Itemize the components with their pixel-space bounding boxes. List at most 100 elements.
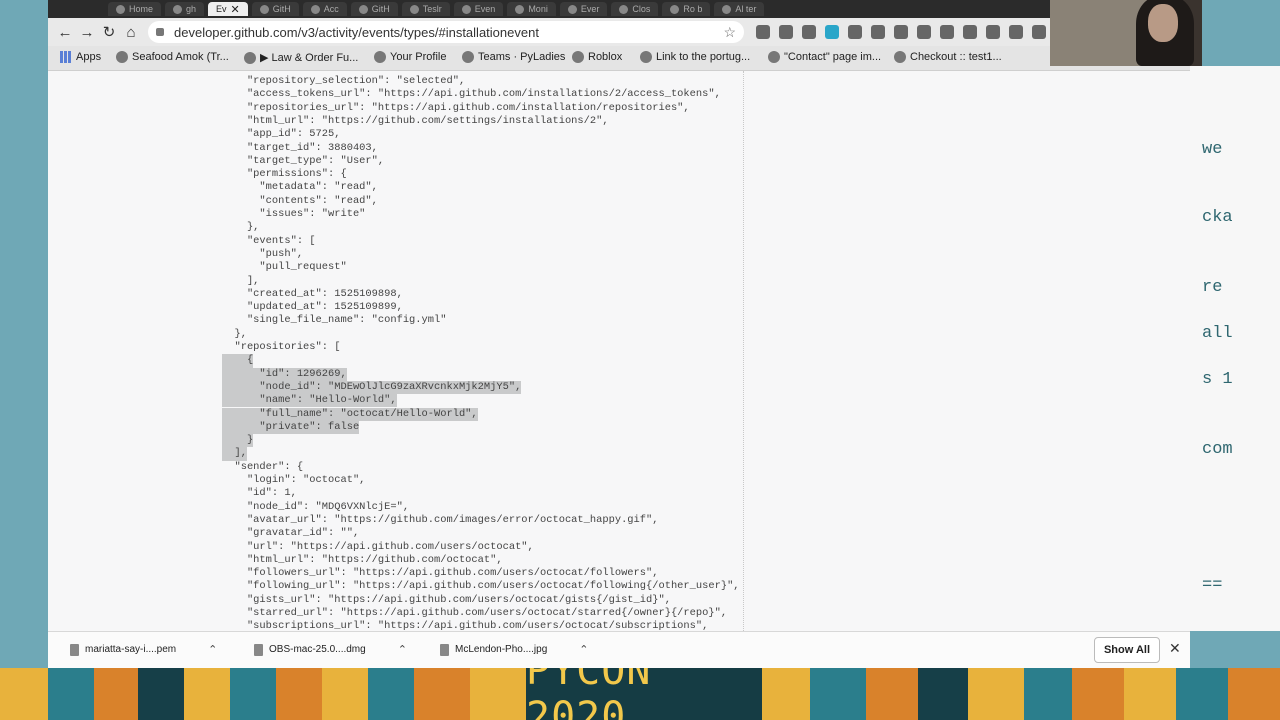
code-line: "html_url": "https://github.com/settings… [222, 114, 609, 127]
site-icon [894, 51, 906, 63]
bookmark-portuguese-link[interactable]: Link to the portug... [640, 51, 750, 63]
site-icon [374, 51, 386, 63]
site-icon [116, 51, 128, 63]
banner-tile [918, 668, 968, 720]
bookmark-teams-pyladies[interactable]: Teams · PyLadies [462, 51, 565, 63]
code-line: "html_url": "https://github.com/octocat"… [222, 553, 503, 566]
pycon-2020-logo: PYCON 2020 [526, 668, 762, 720]
tab-github-2[interactable]: GitH [350, 2, 398, 16]
bookmark-your-profile[interactable]: Your Profile [374, 51, 446, 63]
close-tab-icon[interactable]: ✕ [231, 3, 240, 16]
banner-tile [276, 668, 322, 720]
tab-ever[interactable]: Ever [559, 2, 608, 16]
tab-events-active[interactable]: Ev ✕ [208, 2, 248, 16]
download-item[interactable]: OBS-mac-25.0....dmg ⌃ [254, 643, 407, 656]
tab-gh[interactable]: gh [165, 2, 205, 16]
slide-fragment: re [1202, 278, 1223, 297]
github-icon [259, 4, 269, 14]
close-icon[interactable]: ✕ [1169, 640, 1181, 657]
browser-toolbar: ← → ↻ ⌂ developer.github.com/v3/activity… [48, 18, 1190, 46]
download-item[interactable]: McLendon-Pho....jpg ⌃ [440, 643, 589, 656]
banner-tile [368, 668, 414, 720]
code-line: "sender": { [222, 460, 304, 473]
bookmark-checkout[interactable]: Checkout :: test1... [894, 51, 1002, 63]
github-icon [515, 4, 525, 14]
webcam-person-face [1148, 4, 1178, 42]
extension-icon[interactable] [848, 25, 862, 39]
bookmark-star-icon[interactable]: ☆ [723, 24, 736, 41]
bookmark-contact-page[interactable]: "Contact" page im... [768, 51, 881, 63]
extension-icon[interactable] [779, 25, 793, 39]
bookmark-seafood-amok[interactable]: Seafood Amok (Tr... [116, 51, 229, 63]
extension-icon[interactable] [1032, 25, 1046, 39]
back-arrow-icon[interactable]: ← [54, 24, 76, 41]
banner-tile [1024, 668, 1072, 720]
tab-acc[interactable]: Acc [302, 2, 347, 16]
extension-icon[interactable] [917, 25, 931, 39]
tab-clos[interactable]: Clos [611, 2, 659, 16]
banner-tile [1228, 668, 1280, 720]
chevron-up-icon[interactable]: ⌃ [579, 643, 588, 656]
tab-even[interactable]: Even [453, 2, 504, 16]
banner-tile [94, 668, 138, 720]
code-line: "followers_url": "https://api.github.com… [222, 567, 659, 580]
code-line: "repository_selection": "selected", [222, 75, 466, 87]
slide-fragment: com [1202, 440, 1233, 459]
favicon-icon [409, 4, 419, 14]
extension-icon[interactable] [940, 25, 954, 39]
tab-label: Ev [216, 4, 227, 14]
tab-moni[interactable]: Moni [507, 2, 556, 16]
extension-icon[interactable] [963, 25, 977, 39]
code-line: "target_id": 3880403, [222, 141, 378, 154]
banner-tile [414, 668, 470, 720]
tab-label: Teslr [422, 4, 442, 14]
tab-label: Ever [580, 4, 600, 14]
address-bar[interactable]: developer.github.com/v3/activity/events/… [148, 21, 744, 43]
bookmark-law-order[interactable]: ▶ Law & Order Fu... [244, 51, 358, 64]
code-line: "permissions": { [222, 168, 347, 181]
forward-arrow-icon[interactable]: → [76, 24, 98, 41]
favicon-icon [116, 4, 125, 14]
extension-rss-icon[interactable] [756, 25, 770, 39]
extension-icon[interactable] [871, 25, 885, 39]
slide-text-fragments: we cka re all s 1 com == [1190, 66, 1280, 631]
banner-tile [810, 668, 866, 720]
bookmark-apps[interactable]: Apps [60, 51, 101, 63]
banner-tile [1176, 668, 1228, 720]
file-icon [70, 643, 79, 656]
github-icon [358, 4, 368, 14]
tab-label: Moni [528, 4, 548, 14]
tab-github[interactable]: GitH [251, 2, 299, 16]
download-item[interactable]: mariatta-say-i....pem ⌃ [70, 643, 217, 656]
bookmark-roblox[interactable]: Roblox [572, 51, 622, 63]
code-line: "id": 1, [222, 487, 297, 500]
bookmark-label: "Contact" page im... [784, 51, 882, 63]
tab-alter[interactable]: Al ter [714, 2, 765, 16]
chevron-up-icon[interactable]: ⌃ [208, 643, 217, 656]
reload-icon[interactable]: ↻ [98, 23, 120, 41]
extension-icon[interactable] [802, 25, 816, 39]
chevron-up-icon[interactable]: ⌃ [398, 643, 407, 656]
home-icon[interactable]: ⌂ [120, 24, 142, 41]
extension-icon[interactable] [986, 25, 1000, 39]
download-filename: McLendon-Pho....jpg [455, 644, 548, 655]
extension-icon[interactable] [1009, 25, 1023, 39]
site-icon [768, 51, 780, 63]
tab-label: GitH [371, 4, 390, 14]
bookmark-label: Link to the portug... [656, 51, 751, 63]
code-line: "login": "octocat", [222, 474, 366, 486]
column-divider [743, 71, 745, 631]
file-icon [254, 643, 263, 656]
tab-rob[interactable]: Ro b [662, 2, 711, 16]
tab-label: Clos [632, 4, 651, 14]
banner-tile [138, 668, 184, 720]
extension-icon[interactable] [825, 25, 839, 39]
extension-icon[interactable] [894, 25, 908, 39]
tab-teslr[interactable]: Teslr [401, 2, 450, 16]
show-all-button[interactable]: Show All [1094, 637, 1160, 663]
tab-label: Even [474, 4, 496, 14]
code-line: "target_type": "User", [222, 154, 385, 167]
banner-tile [0, 668, 48, 720]
tab-home[interactable]: Home [108, 2, 162, 16]
code-line: "url": "https://api.github.com/users/oct… [222, 540, 534, 553]
